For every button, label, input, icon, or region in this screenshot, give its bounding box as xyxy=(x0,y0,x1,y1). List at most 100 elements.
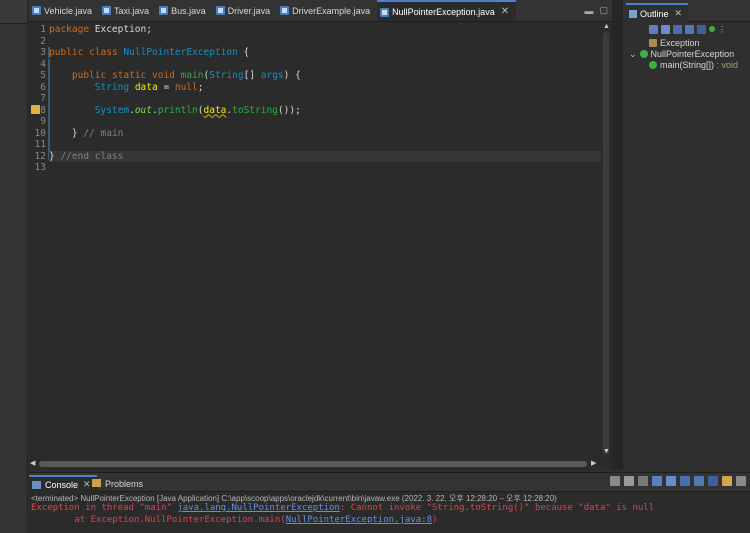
view-menu-icon[interactable]: ⋮ xyxy=(718,25,727,34)
keyword: null xyxy=(174,81,198,93)
keyword: static xyxy=(111,70,147,81)
public-filter-icon[interactable] xyxy=(709,26,715,32)
tab-label: Taxi.java xyxy=(114,5,150,16)
code-text: ) { xyxy=(283,70,301,81)
pin-console-icon[interactable] xyxy=(694,476,704,486)
scrollbar-thumb[interactable] xyxy=(39,461,587,467)
error-text: ) xyxy=(432,515,438,525)
vertical-scrollbar[interactable]: ▲ ▼ xyxy=(601,22,612,458)
outline-item-package[interactable]: Exception xyxy=(649,38,700,49)
console-output-line-2: at Exception.NullPointerException.main(N… xyxy=(31,515,437,525)
scroll-up-icon[interactable]: ▲ xyxy=(603,23,610,30)
open-console-icon[interactable] xyxy=(722,476,732,486)
variable-name: data xyxy=(134,81,158,93)
outline-item-label: Exception xyxy=(660,38,700,48)
line-number: 7 xyxy=(40,93,46,104)
line-number: 9 xyxy=(40,116,46,127)
tab-label: Bus.java xyxy=(171,5,206,16)
editor-tab-bar: Vehicle.java Taxi.java Bus.java Driver.j… xyxy=(29,0,612,22)
code-text: [] xyxy=(243,70,261,81)
remove-launch-icon[interactable] xyxy=(624,476,634,486)
remove-all-icon[interactable] xyxy=(638,476,648,486)
close-icon[interactable]: ✕ xyxy=(675,8,683,19)
tab-driverexample-java[interactable]: DriverExample.java xyxy=(277,0,377,21)
hide-nonpublic-icon[interactable] xyxy=(685,24,694,34)
eclipse-window: Vehicle.java Taxi.java Bus.java Driver.j… xyxy=(0,0,750,533)
tab-taxi-java[interactable]: Taxi.java xyxy=(99,0,156,21)
method-name: main xyxy=(180,70,204,81)
terminate-icon[interactable] xyxy=(610,476,620,486)
tab-bus-java[interactable]: Bus.java xyxy=(156,0,213,21)
tab-label: Driver.java xyxy=(227,5,271,16)
line-number: 5 xyxy=(40,70,46,81)
clear-console-icon[interactable] xyxy=(652,476,662,486)
exception-link[interactable]: java.lang.NullPointerException xyxy=(177,503,340,513)
word-wrap-icon[interactable] xyxy=(680,476,690,486)
tab-label: Problems xyxy=(105,478,144,489)
code-text: Exception; xyxy=(89,24,152,35)
tab-console[interactable]: Console ✕ xyxy=(29,475,97,492)
minimize-icon[interactable]: ▬ xyxy=(584,6,593,16)
type-name: String xyxy=(94,81,130,93)
scrollbar-thumb[interactable] xyxy=(603,32,609,454)
tab-problems[interactable]: Problems xyxy=(89,475,149,492)
keyword: public xyxy=(71,70,107,81)
hide-static-icon[interactable] xyxy=(673,24,682,34)
panel-divider[interactable] xyxy=(612,0,622,470)
outline-item-class[interactable]: ⌄ NullPointerException xyxy=(629,49,734,60)
stacktrace-link[interactable]: NullPointerException.java:8 xyxy=(286,515,432,525)
left-panel-header xyxy=(0,0,27,24)
outline-item-label: main(String[]) xyxy=(660,60,715,70)
line-number: 6 xyxy=(40,81,46,93)
outline-header: Outline ✕ xyxy=(623,0,750,22)
code-line-6: String data = null; xyxy=(49,82,204,94)
outline-tab-label: Outline xyxy=(640,8,669,19)
tab-outline[interactable]: Outline ✕ xyxy=(626,3,689,22)
error-text: at Exception.NullPointerException.main( xyxy=(31,515,286,525)
java-file-icon xyxy=(215,6,225,15)
maximize-icon[interactable]: ▢ xyxy=(599,5,608,16)
scroll-right-icon[interactable]: ▶ xyxy=(591,459,596,467)
keyword: public xyxy=(49,47,84,58)
method-icon xyxy=(649,61,657,69)
tab-vehicle-java[interactable]: Vehicle.java xyxy=(29,0,99,21)
code-line-10: } // main xyxy=(49,128,124,140)
tab-label: NullPointerException.java xyxy=(392,6,495,17)
line-number: 4 xyxy=(40,58,46,70)
tab-driver-java[interactable]: Driver.java xyxy=(213,0,278,21)
horizontal-scrollbar[interactable]: ◀ ▶ xyxy=(29,458,601,470)
problems-icon xyxy=(92,479,101,487)
code-line-12: } //end class xyxy=(49,151,123,163)
code-text: } xyxy=(49,150,61,162)
minimize-icon[interactable] xyxy=(736,476,746,486)
field-name: out xyxy=(134,104,152,116)
editor-tab-tools: ▬ ▢ xyxy=(584,0,612,21)
console-output-line-1: Exception in thread "main" java.lang.Nul… xyxy=(31,503,654,513)
tab-nullpointerexception-java[interactable]: NullPointerException.java ✕ xyxy=(377,0,517,21)
console-tab-bar: Console ✕ Problems xyxy=(29,473,750,492)
scroll-lock-icon[interactable] xyxy=(666,476,676,486)
hide-fields-icon[interactable] xyxy=(661,24,670,34)
code-text: ()); xyxy=(277,104,301,116)
scroll-left-icon[interactable]: ◀ xyxy=(30,459,35,467)
variable-name: data xyxy=(203,104,227,116)
outline-item-method[interactable]: main(String[]) : void xyxy=(649,60,738,71)
comment: //end class xyxy=(60,150,124,162)
warning-icon[interactable] xyxy=(31,105,40,114)
line-number: 10 xyxy=(34,127,46,139)
tab-label: Console xyxy=(45,479,79,490)
code-area[interactable]: package Exception; public class NullPoin… xyxy=(49,22,601,458)
display-console-icon[interactable] xyxy=(708,476,718,486)
console-icon xyxy=(32,481,41,489)
sort-icon[interactable] xyxy=(649,24,658,34)
hide-local-types-icon[interactable] xyxy=(697,24,706,34)
line-number-gutter: 1 2 3 4 5 6 7 8 9 10 11 12 13 xyxy=(29,22,50,458)
console-toolbar xyxy=(610,476,746,486)
scroll-down-icon[interactable]: ▼ xyxy=(603,448,610,455)
chevron-down-icon[interactable]: ⌄ xyxy=(629,49,637,59)
left-minimized-panel xyxy=(0,0,28,533)
java-file-icon xyxy=(102,6,112,15)
close-icon[interactable]: ✕ xyxy=(501,6,509,17)
line-number: 11 xyxy=(34,139,46,150)
method-name: println xyxy=(157,104,198,116)
